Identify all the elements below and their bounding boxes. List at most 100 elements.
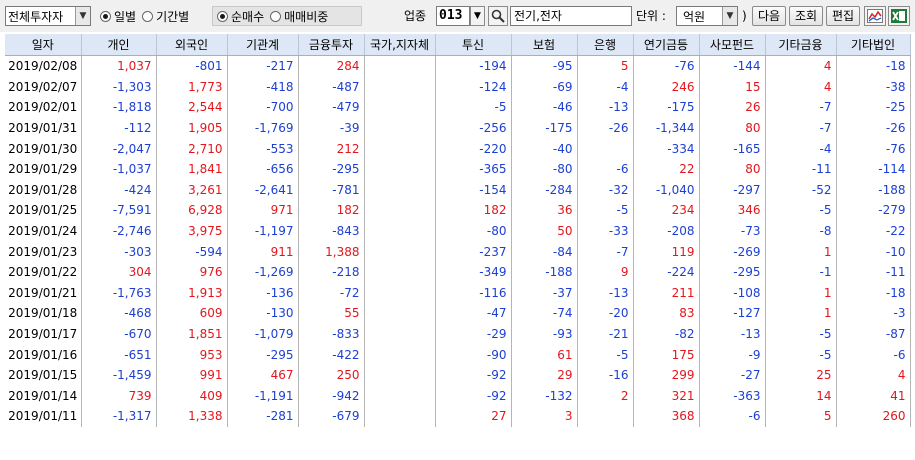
table-row[interactable]: 2019/01/17 -670 1,851 -1,079 -833 -29 -93 -21 -8… <box>5 323 911 345</box>
value-cell: -52 <box>765 179 837 201</box>
table-row[interactable]: 2019/01/16 -651 953 -295 -422 -90 61 -5 175 -9 -5-… <box>5 344 911 365</box>
value-cell <box>364 241 436 262</box>
table-row[interactable]: 2019/01/31 -112 1,905 -1,769 -39 -256 -175 -26-… <box>5 117 911 139</box>
value-cell: 15 <box>699 76 766 98</box>
column-header[interactable]: 사모펀드 <box>699 34 766 56</box>
table-row[interactable]: 2019/01/21 -1,763 1,913 -136 -72 -116 -37 -13 21… <box>5 282 911 304</box>
date-cell: 2019/01/22 <box>5 261 82 283</box>
value-cell: -1,269 <box>227 261 299 283</box>
value-cell: 1 <box>765 241 837 262</box>
column-header[interactable]: 보험 <box>511 34 578 56</box>
table-row[interactable]: 2019/01/25 -7,591 6,928 971 182 182 36 -5 234 346… <box>5 200 911 221</box>
value-cell: -1,079 <box>227 323 299 345</box>
value-cell: 1 <box>765 282 837 304</box>
value-radio-trade-ratio[interactable] <box>270 10 282 22</box>
table-row[interactable]: 2019/01/24 -2,746 3,975 -1,197 -843 -80 50 -33-… <box>5 220 911 242</box>
search-button[interactable] <box>488 6 508 26</box>
value-cell: -4 <box>577 76 634 98</box>
table-row[interactable]: 2019/01/22 304 976 -1,269 -218 -349 -188 9 -224-… <box>5 261 911 283</box>
value-cell: -349 <box>435 261 512 283</box>
value-cell: -479 <box>298 97 365 118</box>
value-cell: -132 <box>511 385 578 407</box>
value-cell: -40 <box>511 138 578 159</box>
column-header[interactable]: 투신 <box>435 34 512 56</box>
table-row[interactable]: 2019/02/07 -1,303 1,773 -418 -487 -124 -69 -4 24… <box>5 76 911 98</box>
value-cell: -1,769 <box>227 117 299 139</box>
date-cell: 2019/01/17 <box>5 323 82 345</box>
table-row[interactable]: 2019/01/11 -1,317 1,338 -281 -679 27 3 368 -6 5 26… <box>5 406 911 427</box>
column-header[interactable]: 기타법인 <box>836 34 911 56</box>
chevron-down-icon[interactable]: ▼ <box>722 7 737 25</box>
value-cell: 1,851 <box>156 323 228 345</box>
table-row[interactable]: 2019/01/18 -468 609 -130 55 -47 -74 -20 83 -127 1-… <box>5 303 911 324</box>
column-header[interactable]: 일자 <box>5 34 82 56</box>
table-row[interactable]: 2019/01/30 -2,047 2,710 -553 212 -220 -40 -334-… <box>5 138 911 159</box>
date-cell: 2019/01/18 <box>5 303 82 324</box>
table-row[interactable]: 2019/02/08 1,037 -801 -217 284 -194 -95 5 -76 -14… <box>5 55 911 77</box>
value-cell: 27 <box>435 406 512 427</box>
chevron-down-icon[interactable]: ▼ <box>75 7 90 25</box>
table-row[interactable]: 2019/02/01 -1,818 2,544 -700 -479 -5 -46 -13 -17… <box>5 97 911 118</box>
value-cell: 5 <box>577 55 634 77</box>
column-header[interactable]: 외국인 <box>156 34 228 56</box>
table-row[interactable]: 2019/01/29 -1,037 1,841 -656 -295 -365 -80 -6 22… <box>5 158 911 180</box>
column-header[interactable]: 국가,지자체 <box>364 34 436 56</box>
industry-code-input[interactable]: 013 <box>436 6 470 26</box>
value-cell: -1,303 <box>81 76 157 98</box>
value-cell: 50 <box>511 220 578 242</box>
column-header[interactable]: 금융투자 <box>298 34 365 56</box>
value-cell: -13 <box>699 323 766 345</box>
value-radio-net-buy[interactable] <box>217 10 228 22</box>
value-label-net-buy: 순매수 <box>231 9 265 24</box>
edit-button[interactable]: 편집 <box>826 6 860 26</box>
value-cell: -2,047 <box>81 138 157 159</box>
value-cell <box>364 220 436 242</box>
period-radio-range[interactable] <box>142 10 154 22</box>
table-row[interactable]: 2019/01/23 -303 -594 911 1,388 -237 -84 -7 119 -2… <box>5 241 911 262</box>
column-header[interactable]: 은행 <box>577 34 634 56</box>
unit-select[interactable]: 억원 ▼ <box>676 6 738 26</box>
period-radio-group: 일별 기간별 <box>96 6 208 26</box>
value-cell <box>364 117 436 139</box>
value-cell: -7,591 <box>81 200 157 221</box>
value-cell: 182 <box>298 200 365 221</box>
value-cell: -25 <box>836 97 911 118</box>
value-cell: -679 <box>298 406 365 427</box>
value-cell: 1,388 <box>298 241 365 262</box>
value-cell: -6 <box>699 406 766 427</box>
value-cell <box>364 323 436 345</box>
value-cell: 1,913 <box>156 282 228 304</box>
value-cell: 3 <box>511 406 578 427</box>
column-header[interactable]: 기관계 <box>227 34 299 56</box>
query-button[interactable]: 조회 <box>789 6 823 26</box>
value-cell: 26 <box>699 97 766 118</box>
value-cell: -33 <box>577 220 634 242</box>
value-cell: -843 <box>298 220 365 242</box>
value-cell: -1,459 <box>81 364 157 386</box>
value-cell: 4 <box>836 364 911 386</box>
value-cell: -21 <box>577 323 634 345</box>
value-cell: 5 <box>765 406 837 427</box>
column-header[interactable]: 연기금등 <box>633 34 700 56</box>
value-cell: -116 <box>435 282 512 304</box>
next-button[interactable]: 다음 <box>752 6 786 26</box>
column-header[interactable]: 개인 <box>81 34 157 56</box>
table-row[interactable]: 2019/01/15 -1,459 991 467 250 -92 29 -16 299 -27 2… <box>5 364 911 386</box>
chart-button[interactable] <box>864 6 886 26</box>
value-cell: 609 <box>156 303 228 324</box>
column-header[interactable]: 기타금융 <box>765 34 837 56</box>
table-row[interactable]: 2019/01/14 739 409 -1,191 -942 -92 -132 2 321 -36… <box>5 385 911 407</box>
value-cell: -95 <box>511 55 578 77</box>
value-cell: -90 <box>435 344 512 365</box>
period-radio-daily[interactable] <box>100 10 111 22</box>
industry-dropdown-button[interactable]: ▼ <box>470 6 485 26</box>
excel-export-button[interactable] <box>888 6 910 26</box>
value-cell: 9 <box>577 261 634 283</box>
investor-type-select[interactable]: 전체투자자 ▼ <box>5 6 91 26</box>
value-cell: 304 <box>81 261 157 283</box>
value-cell: -73 <box>699 220 766 242</box>
value-cell: -1,040 <box>633 179 700 201</box>
table-row[interactable]: 2019/01/28 -424 3,261 -2,641 -781 -154 -284 -32… <box>5 179 911 201</box>
date-cell: 2019/01/11 <box>5 406 82 427</box>
value-cell: -136 <box>227 282 299 304</box>
